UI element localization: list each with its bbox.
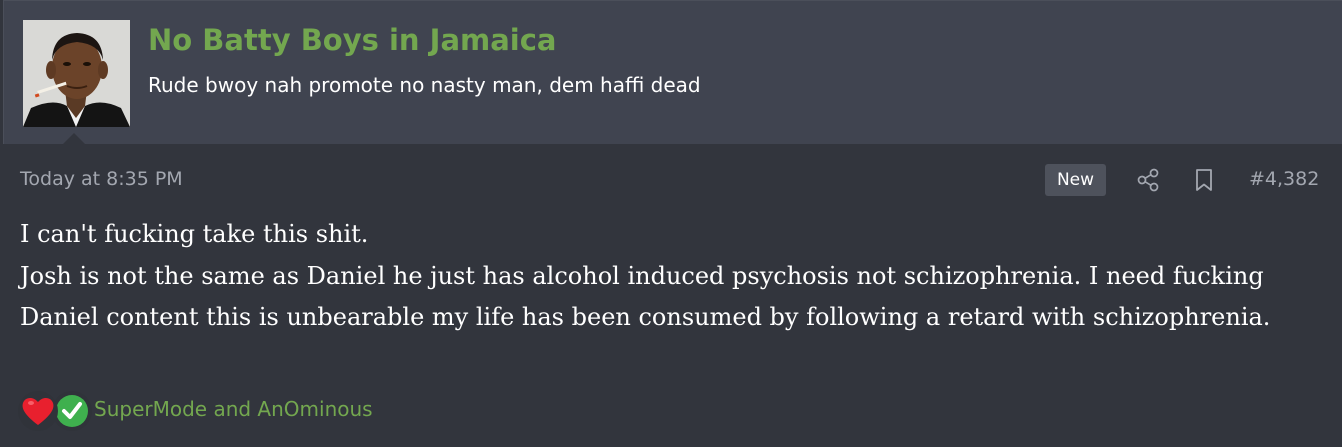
share-icon[interactable] bbox=[1134, 166, 1162, 194]
post-body: I can't fucking take this shit. Josh is … bbox=[20, 214, 1320, 339]
banner-pointer bbox=[62, 133, 86, 145]
heart-icon bbox=[18, 391, 58, 431]
user-banner: No Batty Boys in Jamaica Rude bwoy nah p… bbox=[3, 0, 1342, 145]
check-icon bbox=[52, 391, 92, 431]
post-date[interactable]: Today at 8:35 PM bbox=[20, 168, 183, 190]
avatar[interactable] bbox=[23, 20, 130, 127]
post-container: No Batty Boys in Jamaica Rude bwoy nah p… bbox=[0, 0, 1342, 447]
post-paragraph: I can't fucking take this shit. bbox=[20, 220, 369, 248]
post-paragraph: Josh is not the same as Daniel he just h… bbox=[20, 261, 1271, 332]
user-title: Rude bwoy nah promote no nasty man, dem … bbox=[148, 73, 701, 97]
bookmark-icon[interactable] bbox=[1190, 166, 1218, 194]
username[interactable]: No Batty Boys in Jamaica bbox=[148, 23, 557, 57]
reaction-users-link[interactable]: SuperMode and AnOminous bbox=[94, 397, 373, 421]
post-number-link[interactable]: #4,382 bbox=[1249, 168, 1319, 190]
new-badge: New bbox=[1045, 164, 1106, 196]
